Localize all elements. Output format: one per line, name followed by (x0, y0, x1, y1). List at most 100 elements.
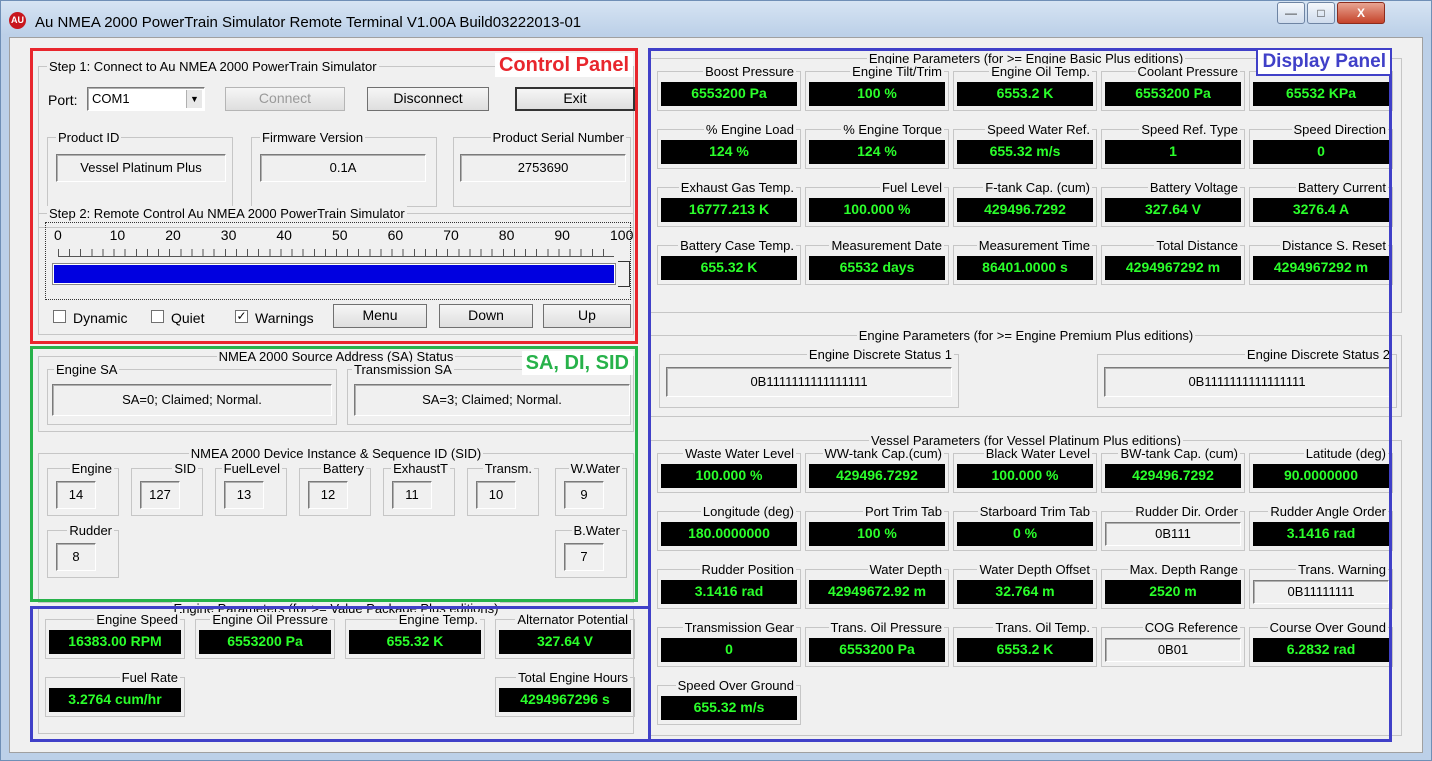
slider-track[interactable] (52, 263, 616, 285)
value-package-group: Engine Parameters (for >= Value Package … (38, 601, 635, 734)
param-value: 100.000 % (661, 464, 797, 488)
instance-field: 14 (56, 481, 96, 509)
param-label: Battery Case Temp. (678, 238, 796, 253)
param-group: Rudder Angle Order 3.1416 rad (1249, 504, 1393, 551)
param-label: Starboard Trim Tab (977, 504, 1092, 519)
serial-field: 2753690 (460, 154, 626, 182)
param-group: Trans. Oil Temp. 6553.2 K (953, 620, 1097, 667)
param-group: Longitude (deg) 180.0000000 (657, 504, 801, 551)
param-value: 655.32 K (661, 256, 797, 280)
param-group: BW-tank Cap. (cum) 429496.7292 (1101, 446, 1245, 493)
param-value: 6553200 Pa (661, 82, 797, 106)
slider-control[interactable]: 0 10 20 30 40 50 60 70 80 90 100 (45, 222, 634, 300)
premium-plus-group: Engine Parameters (for >= Engine Premium… (650, 328, 1402, 417)
instance-field: 127 (140, 481, 180, 509)
param-value: 4294967296 s (499, 688, 631, 712)
warnings-label: Warnings (255, 310, 314, 326)
param-group: Water Depth Offset 32.764 m (953, 562, 1097, 609)
param-value: 6553.2 K (957, 82, 1093, 106)
instance-label: Battery (320, 461, 366, 476)
param-group: Engine Tilt/Trim 100 % (805, 64, 949, 111)
param-label: Fuel Level (880, 180, 944, 195)
slider-tick-label: 30 (220, 227, 237, 243)
basic-plus-group: Engine Parameters (for >= Engine Basic P… (650, 51, 1402, 313)
slider-tick-label: 60 (387, 227, 404, 243)
param-label: Speed Ref. Type (1139, 122, 1240, 137)
param-group: Course Over Gound 6.2832 rad (1249, 620, 1393, 667)
chevron-down-icon[interactable]: ▼ (186, 90, 202, 108)
instance-label: Transm. (482, 461, 534, 476)
down-button[interactable]: Down (439, 304, 533, 328)
step2-title: Step 2: Remote Control Au NMEA 2000 Powe… (47, 206, 407, 221)
param-value: 32.764 m (957, 580, 1093, 604)
param-value: 100.000 % (809, 198, 945, 222)
quiet-checkbox[interactable] (151, 310, 164, 323)
param-value: 655.32 m/s (957, 140, 1093, 164)
param-value: 327.64 V (499, 630, 631, 654)
param-group: Total Distance 4294967292 m (1101, 238, 1245, 285)
exit-button[interactable]: Exit (515, 87, 635, 111)
param-group: Speed Direction 0 (1249, 122, 1393, 169)
param-label: Latitude (deg) (1303, 446, 1388, 461)
param-value: 6.2832 rad (1253, 638, 1389, 662)
connect-button[interactable]: Connect (225, 87, 345, 111)
param-group: Measurement Date 65532 days (805, 238, 949, 285)
instance-title: NMEA 2000 Device Instance & Sequence ID … (188, 446, 484, 461)
param-label: Exhaust Gas Temp. (678, 180, 796, 195)
param-label: BW-tank Cap. (cum) (1118, 446, 1240, 461)
disconnect-button[interactable]: Disconnect (367, 87, 489, 111)
app-window: AU Au NMEA 2000 PowerTrain Simulator Rem… (0, 0, 1432, 761)
param-value: 0 (661, 638, 797, 662)
product-id-group: Product ID Vessel Platinum Plus (47, 130, 233, 207)
param-field: 0B111 (1105, 522, 1241, 546)
title-bar[interactable]: AU Au NMEA 2000 PowerTrain Simulator Rem… (1, 1, 1431, 35)
instance-group-item: SID 127 (131, 461, 203, 516)
instance-group-item: W.Water 9 (555, 461, 627, 516)
param-label: Trans. Oil Temp. (993, 620, 1092, 635)
premium-plus-title: Engine Parameters (for >= Engine Premium… (856, 328, 1196, 343)
param-field: 0B11111111 (1253, 580, 1389, 604)
param-label: Waste Water Level (683, 446, 796, 461)
param-group: F-tank Cap. (cum) 429496.7292 (953, 180, 1097, 227)
minimize-button[interactable]: — (1277, 2, 1305, 24)
param-group: Fuel Level 100.000 % (805, 180, 949, 227)
param-value: 124 % (809, 140, 945, 164)
instance-label: B.Water (571, 523, 622, 538)
param-group: Battery Current 3276.4 A (1249, 180, 1393, 227)
slider-tick-label: 90 (554, 227, 570, 243)
param-group: Water Depth 42949672.92 m (805, 562, 949, 609)
instance-field: 12 (308, 481, 348, 509)
instance-field: 9 (564, 481, 604, 509)
param-value: 16777.213 K (661, 198, 797, 222)
param-group: Transmission Gear 0 (657, 620, 801, 667)
instance-label: FuelLevel (221, 461, 282, 476)
menu-button[interactable]: Menu (333, 304, 427, 328)
param-field: 0B01 (1105, 638, 1241, 662)
param-value: 3276.4 A (1253, 198, 1389, 222)
param-value: 429496.7292 (1105, 464, 1241, 488)
param-group: Measurement Time 86401.0000 s (953, 238, 1097, 285)
param-label: Alternator Potential (515, 612, 630, 627)
param-group: Black Water Level 100.000 % (953, 446, 1097, 493)
param-group: Alternator Potential 327.64 V (495, 612, 635, 659)
port-select[interactable]: COM1 ▼ (87, 87, 205, 111)
slider-tick-label: 20 (165, 227, 181, 243)
engine-status2-group: Engine Discrete Status 2 0B1111111111111… (1097, 347, 1397, 408)
param-group: Battery Voltage 327.64 V (1101, 180, 1245, 227)
instance-label: Rudder (67, 523, 114, 538)
engine-sa-label: Engine SA (54, 362, 120, 377)
dynamic-checkbox[interactable] (53, 310, 66, 323)
param-value: 2520 m (1105, 580, 1241, 604)
slider-tick-label: 100 (610, 227, 634, 243)
step2-group: Step 2: Remote Control Au NMEA 2000 Powe… (38, 206, 634, 335)
maximize-button[interactable]: □ (1307, 2, 1335, 24)
up-button[interactable]: Up (543, 304, 631, 328)
slider-thumb[interactable] (618, 261, 630, 287)
instance-group-item: Transm. 10 (467, 461, 539, 516)
param-group: Fuel Rate 3.2764 cum/hr (45, 670, 185, 717)
warnings-checkbox[interactable]: ✓ (235, 310, 248, 323)
param-label: Total Distance (1154, 238, 1240, 253)
param-group: Latitude (deg) 90.0000000 (1249, 446, 1393, 493)
close-button[interactable]: X (1337, 2, 1385, 24)
param-value: 65532 days (809, 256, 945, 280)
